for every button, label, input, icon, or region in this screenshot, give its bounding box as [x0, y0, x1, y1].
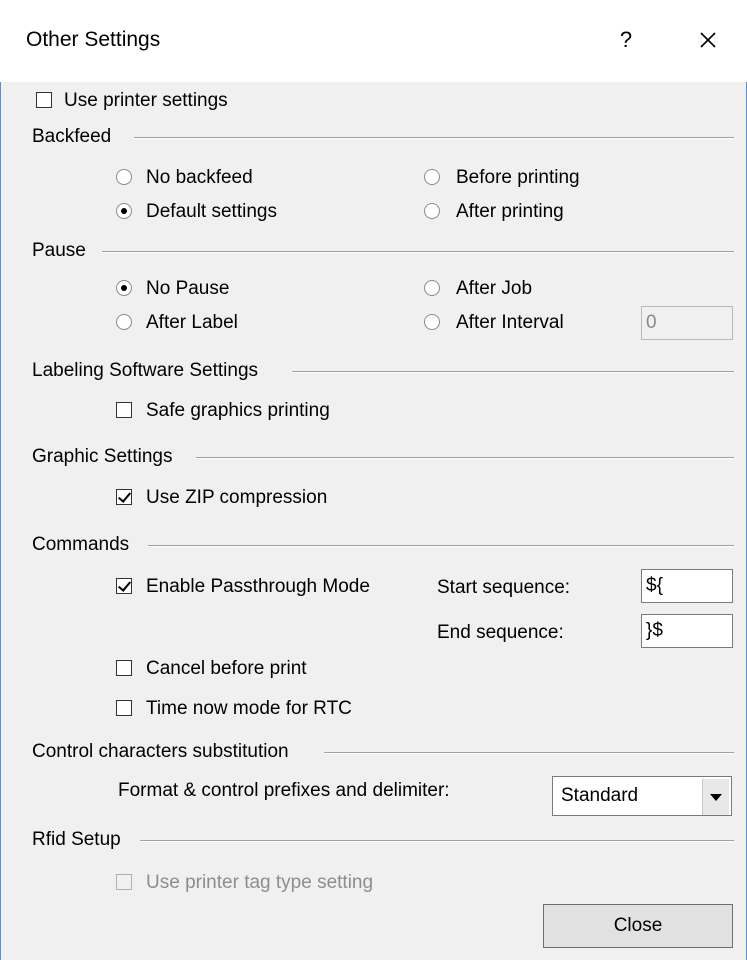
- chevron-down-icon[interactable]: [702, 779, 729, 815]
- radio-after-label-label: After Label: [146, 312, 238, 333]
- rfid-divider: [140, 840, 734, 842]
- commands-section-title: Commands: [32, 534, 130, 555]
- radio-after-printing-label: After printing: [456, 201, 564, 222]
- backfeed-section-title: Backfeed: [32, 126, 112, 147]
- radio-after-interval-label: After Interval: [456, 312, 564, 333]
- control-chars-section-title: Control characters substitution: [32, 741, 289, 762]
- close-button[interactable]: Close: [543, 904, 733, 948]
- pause-section-title: Pause: [32, 240, 86, 261]
- use-printer-settings-checkbox[interactable]: [36, 92, 52, 108]
- radio-after-interval[interactable]: [424, 314, 440, 330]
- control-chars-divider: [324, 752, 734, 754]
- safe-graphics-label: Safe graphics printing: [146, 400, 330, 421]
- radio-before-printing[interactable]: [424, 169, 440, 185]
- radio-no-backfeed[interactable]: [116, 169, 132, 185]
- commands-divider: [148, 545, 734, 547]
- passthrough-label: Enable Passthrough Mode: [146, 576, 370, 597]
- radio-after-label[interactable]: [116, 314, 132, 330]
- labeling-divider: [292, 371, 734, 373]
- format-prefixes-label: Format & control prefixes and delimiter:: [118, 780, 450, 801]
- radio-after-job[interactable]: [424, 280, 440, 296]
- radio-after-printing[interactable]: [424, 203, 440, 219]
- pause-divider: [102, 251, 734, 253]
- printer-tag-type-label: Use printer tag type setting: [146, 872, 374, 893]
- radio-default-settings[interactable]: [116, 203, 132, 219]
- use-printer-settings-label: Use printer settings: [64, 90, 228, 111]
- zip-compression-label: Use ZIP compression: [146, 487, 328, 508]
- start-sequence-label: Start sequence:: [437, 577, 571, 598]
- safe-graphics-checkbox[interactable]: [116, 402, 132, 418]
- title-bar[interactable]: Other Settings ?: [0, 0, 747, 82]
- zip-compression-checkbox[interactable]: [116, 489, 132, 505]
- format-prefixes-select[interactable]: Standard: [552, 776, 732, 816]
- cancel-before-print-checkbox[interactable]: [116, 660, 132, 676]
- graphic-section-title: Graphic Settings: [32, 446, 173, 467]
- time-now-mode-label: Time now mode for RTC: [146, 698, 352, 719]
- cancel-before-print-label: Cancel before print: [146, 658, 307, 679]
- window-border-left: [0, 0, 1, 960]
- interval-input[interactable]: 0: [641, 306, 733, 340]
- window-title: Other Settings: [26, 28, 161, 51]
- backfeed-divider: [134, 137, 734, 139]
- radio-before-printing-label: Before printing: [456, 167, 580, 188]
- radio-default-settings-label: Default settings: [146, 201, 277, 222]
- radio-no-backfeed-label: No backfeed: [146, 167, 253, 188]
- rfid-section-title: Rfid Setup: [32, 829, 121, 850]
- format-prefixes-value: Standard: [561, 785, 639, 806]
- time-now-mode-checkbox[interactable]: [116, 700, 132, 716]
- close-icon: [700, 32, 716, 48]
- graphic-divider: [196, 457, 734, 459]
- end-sequence-input[interactable]: }$: [641, 614, 733, 648]
- radio-after-job-label: After Job: [456, 278, 533, 299]
- labeling-section-title: Labeling Software Settings: [32, 360, 259, 381]
- end-sequence-label: End sequence:: [437, 622, 564, 643]
- start-sequence-input[interactable]: ${: [641, 569, 733, 603]
- radio-no-pause-label: No Pause: [146, 278, 230, 299]
- help-button[interactable]: ?: [612, 24, 640, 56]
- printer-tag-type-checkbox[interactable]: [116, 874, 132, 890]
- passthrough-checkbox[interactable]: [116, 578, 132, 594]
- close-window-button[interactable]: [688, 22, 728, 58]
- radio-no-pause[interactable]: [116, 280, 132, 296]
